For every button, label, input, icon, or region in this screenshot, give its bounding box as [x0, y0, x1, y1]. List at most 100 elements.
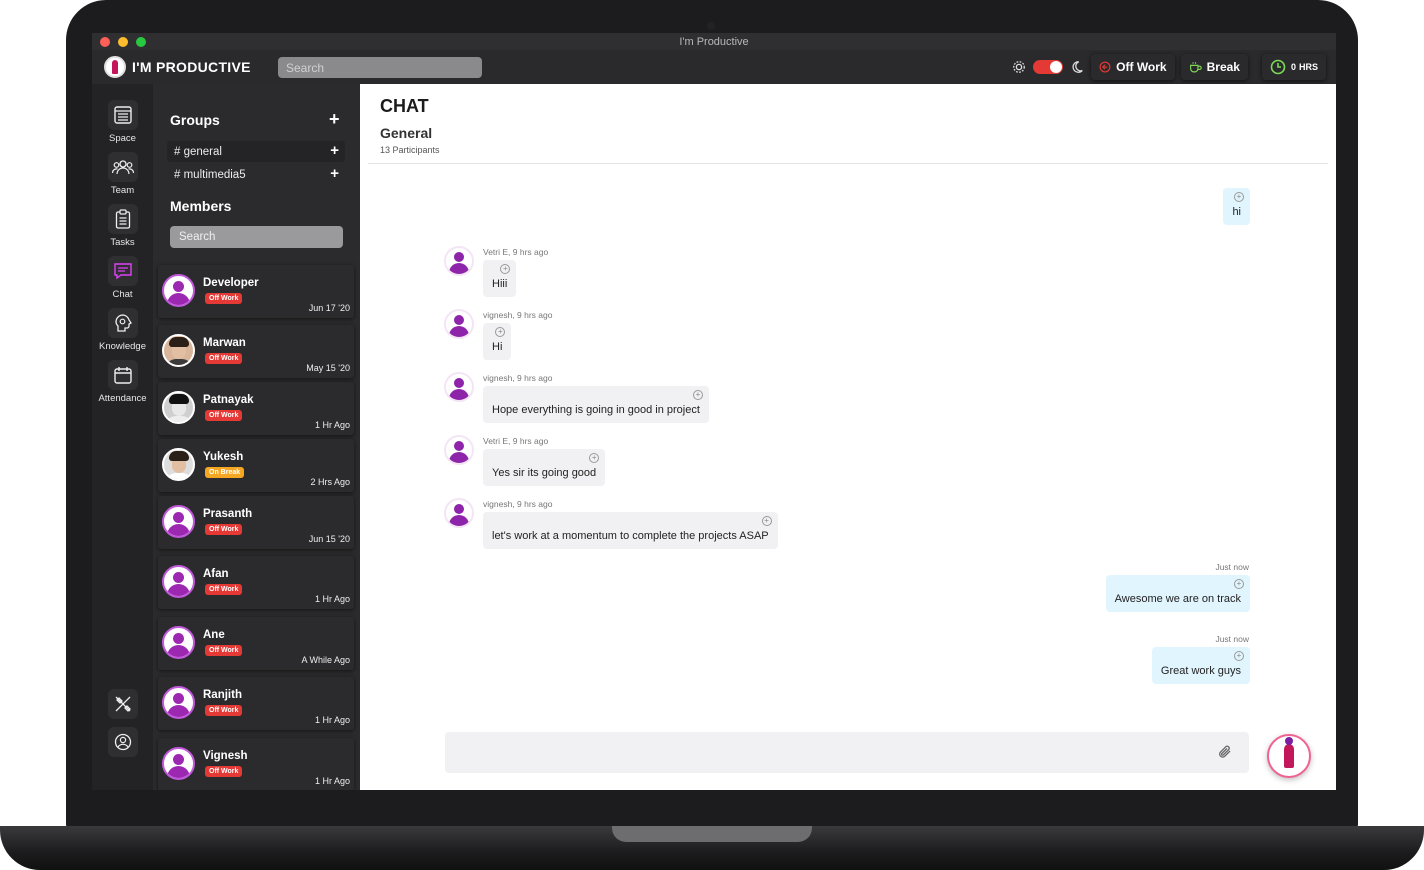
clock-icon	[1270, 59, 1286, 75]
rail-label: Chat	[112, 289, 133, 300]
attachment-paperclip-icon[interactable]	[1217, 744, 1233, 764]
settings-gear-icon[interactable]	[1011, 59, 1027, 75]
message-meta: vignesh, 9 hrs ago	[483, 310, 553, 320]
group-item-general[interactable]: # general +	[167, 141, 345, 162]
message-text: Awesome we are on track	[1114, 593, 1241, 605]
add-group-button[interactable]: +	[329, 110, 340, 128]
message-bubble[interactable]: + Yes sir its going good	[483, 449, 606, 486]
avatar	[162, 565, 195, 598]
attendance-icon	[107, 360, 138, 390]
member-card[interactable]: Yukesh On Break 2 Hrs Ago	[158, 439, 354, 492]
hours-counter[interactable]: 0 HRS	[1261, 54, 1326, 80]
member-last-seen: 1 Hr Ago	[314, 715, 350, 725]
member-card[interactable]: Afan Off Work 1 Hr Ago	[158, 556, 354, 609]
avatar	[162, 334, 195, 367]
message-text: Yes sir its going good	[492, 467, 597, 479]
avatar	[162, 686, 195, 719]
avatar	[444, 435, 474, 465]
react-plus-icon[interactable]: +	[589, 453, 600, 463]
group-item-multimedia5[interactable]: # multimedia5 +	[167, 164, 345, 185]
app-window: I'm Productive I'M PRODUCTIVE Off Work B…	[92, 33, 1336, 790]
react-plus-icon[interactable]: +	[500, 264, 511, 274]
assistant-fab-button[interactable]	[1267, 734, 1311, 778]
global-search-input[interactable]	[278, 57, 482, 78]
rail-label: Attendance	[98, 393, 147, 404]
member-last-seen: Jun 15 '20	[308, 534, 350, 544]
member-name: Yukesh	[203, 451, 244, 463]
message-bubble-mine[interactable]: + Great work guys	[1151, 647, 1250, 684]
member-card[interactable]: Marwan Off Work May 15 '20	[158, 325, 354, 378]
rail-item-knowledge[interactable]: Knowledge	[92, 308, 153, 352]
avatar	[162, 448, 195, 481]
member-last-seen: May 15 '20	[306, 363, 350, 373]
message-meta: Just now	[1215, 634, 1249, 644]
member-card[interactable]: Ane Off Work A While Ago	[158, 617, 354, 670]
react-plus-icon[interactable]: +	[1234, 579, 1244, 589]
message-meta: Vetri E, 9 hrs ago	[483, 436, 549, 446]
off-work-icon	[1099, 61, 1111, 73]
channel-name: General	[380, 125, 433, 141]
tools-button[interactable]	[92, 689, 153, 719]
member-last-seen: 1 Hr Ago	[314, 594, 350, 604]
avatar	[162, 391, 195, 424]
member-last-seen: 1 Hr Ago	[314, 420, 350, 430]
app-name: I'M PRODUCTIVE	[132, 59, 251, 75]
knowledge-icon	[107, 308, 138, 338]
dark-mode-moon-icon[interactable]	[1069, 59, 1085, 75]
react-plus-icon[interactable]: +	[761, 516, 772, 526]
member-last-seen: Jun 17 '20	[308, 303, 350, 313]
members-search-input[interactable]	[170, 226, 343, 248]
member-card[interactable]: Prasanth Off Work Jun 15 '20	[158, 496, 354, 549]
message-bubble[interactable]: + let's work at a momentum to complete t…	[483, 512, 778, 549]
camera-dot	[707, 22, 715, 30]
group-name: # general	[174, 145, 222, 158]
chat-icon	[107, 256, 138, 286]
status-badge: Off Work	[205, 353, 243, 364]
message-bubble-mine[interactable]: + hi	[1223, 188, 1250, 225]
message-bubble[interactable]: + Hope everything is going in good in pr…	[483, 386, 709, 423]
rail-item-team[interactable]: Team	[92, 152, 153, 196]
break-button[interactable]: Break	[1180, 54, 1248, 80]
space-icon	[107, 100, 138, 130]
react-plus-icon[interactable]: +	[1234, 192, 1244, 202]
member-card[interactable]: Patnayak Off Work 1 Hr Ago	[158, 382, 354, 435]
status-toggle[interactable]	[1033, 60, 1064, 74]
message-text: Hiii	[492, 278, 508, 290]
react-plus-icon[interactable]: +	[692, 390, 703, 400]
rail-label: Team	[110, 185, 135, 196]
react-plus-icon[interactable]: +	[495, 327, 506, 337]
react-plus-icon[interactable]: +	[1234, 651, 1244, 661]
rail-item-space[interactable]: Space	[92, 100, 153, 144]
status-badge: Off Work	[205, 293, 243, 304]
groups-members-sidebar: Groups + # general + # multimedia5 + Mem…	[153, 84, 360, 790]
rail-item-attendance[interactable]: Attendance	[92, 360, 153, 404]
member-card[interactable]: Ranjith Off Work 1 Hr Ago	[158, 677, 354, 730]
status-badge: Off Work	[205, 524, 243, 535]
off-work-button[interactable]: Off Work	[1091, 54, 1175, 80]
add-to-group-button[interactable]: +	[330, 165, 339, 182]
app-logo: I'M PRODUCTIVE	[104, 56, 251, 78]
message-bubble-mine[interactable]: + Awesome we are on track	[1105, 575, 1250, 612]
avatar	[162, 505, 195, 538]
message-input[interactable]	[445, 732, 1249, 773]
add-to-group-button[interactable]: +	[330, 142, 339, 159]
message-bubble[interactable]: + Hi	[483, 323, 512, 360]
message-bubble[interactable]: + Hiii	[483, 260, 517, 297]
member-name: Patnayak	[203, 394, 254, 406]
avatar	[162, 747, 195, 780]
chat-panel: CHAT General 13 Participants + hi Vetri …	[360, 84, 1336, 790]
status-badge: Off Work	[205, 766, 243, 777]
member-last-seen: 2 Hrs Ago	[310, 477, 350, 487]
window-titlebar: I'm Productive	[92, 33, 1336, 50]
profile-button[interactable]	[92, 727, 153, 757]
rail-item-chat[interactable]: Chat	[92, 256, 153, 300]
hours-value: 0	[1290, 62, 1296, 72]
rail-item-tasks[interactable]: Tasks	[92, 204, 153, 248]
message-meta: vignesh, 9 hrs ago	[483, 499, 553, 509]
tools-icon	[107, 689, 138, 719]
member-card[interactable]: Vignesh Off Work 1 Hr Ago	[158, 738, 354, 790]
message-text: let's work at a momentum to complete the…	[492, 530, 769, 542]
member-card[interactable]: Developer Off Work Jun 17 '20	[158, 265, 354, 318]
page-title: CHAT	[380, 96, 429, 116]
message-text: hi	[1232, 206, 1241, 218]
